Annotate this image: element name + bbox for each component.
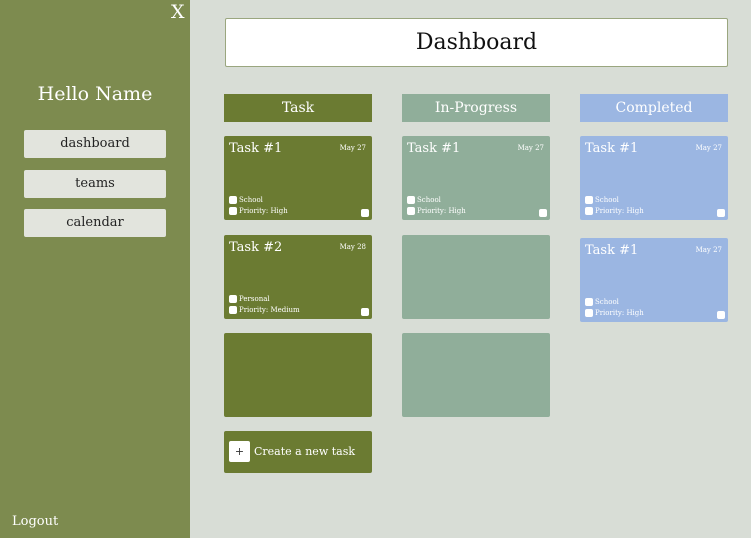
priority-checkbox[interactable] <box>407 207 415 215</box>
complete-checkbox[interactable] <box>539 209 547 217</box>
priority-label: Priority: High <box>417 207 466 215</box>
nav-item-calendar[interactable]: calendar <box>24 209 166 237</box>
priority-label: Priority: High <box>595 207 644 215</box>
task-title: Task #1 <box>407 141 461 156</box>
category-label: School <box>239 196 263 204</box>
task-priority: Priority: Medium <box>229 306 300 314</box>
task-category: Personal <box>229 295 270 303</box>
task-category: School <box>229 196 263 204</box>
task-priority: Priority: High <box>229 207 288 215</box>
complete-checkbox[interactable] <box>361 209 369 217</box>
task-date: May 27 <box>517 144 544 152</box>
category-checkbox[interactable] <box>585 298 593 306</box>
column-header-in-progress: In-Progress <box>402 94 550 122</box>
priority-label: Priority: Medium <box>239 306 300 314</box>
priority-checkbox[interactable] <box>585 207 593 215</box>
plus-icon: + <box>229 441 250 462</box>
create-task-button[interactable]: + Create a new task <box>224 431 372 473</box>
task-card[interactable]: Task #1 May 27 School Priority: High <box>224 136 372 220</box>
create-task-label: Create a new task <box>254 445 356 458</box>
task-category: School <box>407 196 441 204</box>
empty-task-card[interactable] <box>224 333 372 417</box>
page-title: Dashboard <box>225 18 728 67</box>
complete-checkbox[interactable] <box>717 209 725 217</box>
task-title: Task #1 <box>229 141 283 156</box>
task-priority: Priority: High <box>585 207 644 215</box>
task-category: School <box>585 298 619 306</box>
task-date: May 28 <box>339 243 366 251</box>
category-label: School <box>595 196 619 204</box>
task-title: Task #2 <box>229 240 283 255</box>
column-header-task: Task <box>224 94 372 122</box>
task-card[interactable]: Task #1 May 27 School Priority: High <box>402 136 550 220</box>
category-checkbox[interactable] <box>229 295 237 303</box>
priority-checkbox[interactable] <box>229 207 237 215</box>
complete-checkbox[interactable] <box>361 308 369 316</box>
greeting: Hello Name <box>37 83 153 105</box>
column-header-completed: Completed <box>580 94 728 122</box>
task-category: School <box>585 196 619 204</box>
nav-item-teams[interactable]: teams <box>24 170 166 198</box>
task-date: May 27 <box>695 246 722 254</box>
task-title: Task #1 <box>585 243 639 258</box>
category-label: School <box>595 298 619 306</box>
task-title: Task #1 <box>585 141 639 156</box>
close-button[interactable]: X <box>171 1 185 23</box>
sidebar: X Hello Name dashboard teams calendar Lo… <box>0 0 190 538</box>
task-priority: Priority: High <box>585 309 644 317</box>
category-checkbox[interactable] <box>229 196 237 204</box>
task-date: May 27 <box>339 144 366 152</box>
task-card[interactable]: Task #1 May 27 School Priority: High <box>580 238 728 322</box>
nav-item-dashboard[interactable]: dashboard <box>24 130 166 158</box>
complete-checkbox[interactable] <box>717 311 725 319</box>
priority-checkbox[interactable] <box>585 309 593 317</box>
priority-label: Priority: High <box>239 207 288 215</box>
task-date: May 27 <box>695 144 722 152</box>
task-card[interactable]: Task #1 May 27 School Priority: High <box>580 136 728 220</box>
category-label: School <box>417 196 441 204</box>
empty-task-card[interactable] <box>402 235 550 319</box>
priority-label: Priority: High <box>595 309 644 317</box>
empty-task-card[interactable] <box>402 333 550 417</box>
task-card[interactable]: Task #2 May 28 Personal Priority: Medium <box>224 235 372 319</box>
priority-checkbox[interactable] <box>229 306 237 314</box>
category-checkbox[interactable] <box>407 196 415 204</box>
logout-link[interactable]: Logout <box>12 514 58 529</box>
category-checkbox[interactable] <box>585 196 593 204</box>
task-priority: Priority: High <box>407 207 466 215</box>
category-label: Personal <box>239 295 270 303</box>
